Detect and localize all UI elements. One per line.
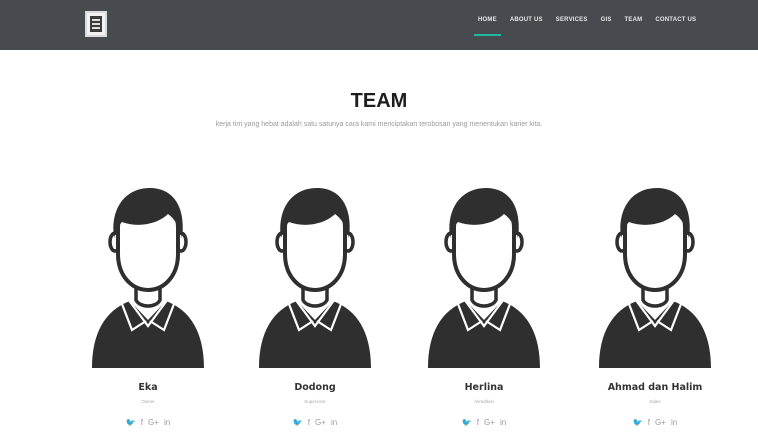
team-member-card: Eka Owner 🐦 f G+ in [88, 180, 208, 430]
nav-item-contact-us[interactable]: CONTACT US [655, 17, 696, 23]
member-name: Ahmad dan Halim [607, 382, 703, 393]
linkedin-icon[interactable]: in [331, 418, 337, 427]
twitter-icon[interactable]: 🐦 [293, 418, 303, 427]
twitter-icon[interactable]: 🐦 [126, 418, 136, 427]
social-links: 🐦 f G+ in [595, 418, 715, 427]
nav-menu: HOME ABOUT US SERVICES GIS TEAM CONTACT … [474, 17, 696, 36]
team-member-card: Ahmad dan Halim Sales 🐦 f G+ in [595, 180, 715, 430]
facebook-icon[interactable]: f [141, 418, 143, 427]
avatar-icon [257, 186, 373, 370]
nav-item-services[interactable]: SERVICES [556, 17, 588, 23]
twitter-icon[interactable]: 🐦 [633, 418, 643, 427]
nav-item-about-us[interactable]: ABOUT US [510, 17, 543, 23]
google-plus-icon[interactable]: G+ [148, 418, 159, 427]
member-role: Akreditasi [474, 399, 494, 404]
logo-icon [90, 16, 102, 32]
member-name: Dodong [294, 382, 336, 393]
member-name: Eka [138, 382, 158, 393]
nav-item-gis[interactable]: GIS [601, 17, 612, 23]
facebook-icon[interactable]: f [308, 418, 310, 427]
section-subtitle: kerja tim yang hebat adalah satu satunya… [215, 121, 543, 128]
avatar-icon [597, 186, 713, 370]
google-plus-icon[interactable]: G+ [315, 418, 326, 427]
logo[interactable] [85, 11, 107, 37]
nav-item-team[interactable]: TEAM [625, 17, 643, 23]
navbar: HOME ABOUT US SERVICES GIS TEAM CONTACT … [0, 0, 758, 50]
twitter-icon[interactable]: 🐦 [462, 418, 472, 427]
linkedin-icon[interactable]: in [164, 418, 170, 427]
social-links: 🐦 f G+ in [88, 418, 208, 427]
team-member-card: Dodong Supervisor 🐦 f G+ in [255, 180, 375, 430]
member-role: Supervisor [304, 399, 326, 404]
facebook-icon[interactable]: f [648, 418, 650, 427]
section-title: TEAM [350, 90, 408, 112]
social-links: 🐦 f G+ in [424, 418, 544, 427]
member-name: Herlina [464, 382, 504, 393]
google-plus-icon[interactable]: G+ [484, 418, 495, 427]
team-member-card: Herlina Akreditasi 🐦 f G+ in [424, 180, 544, 430]
social-links: 🐦 f G+ in [255, 418, 375, 427]
avatar-icon [90, 186, 206, 370]
member-role: Owner [141, 399, 155, 404]
google-plus-icon[interactable]: G+ [655, 418, 666, 427]
linkedin-icon[interactable]: in [500, 418, 506, 427]
member-role: Sales [649, 399, 661, 404]
facebook-icon[interactable]: f [477, 418, 479, 427]
avatar-icon [426, 186, 542, 370]
linkedin-icon[interactable]: in [671, 418, 677, 427]
nav-item-home[interactable]: HOME [474, 17, 501, 36]
